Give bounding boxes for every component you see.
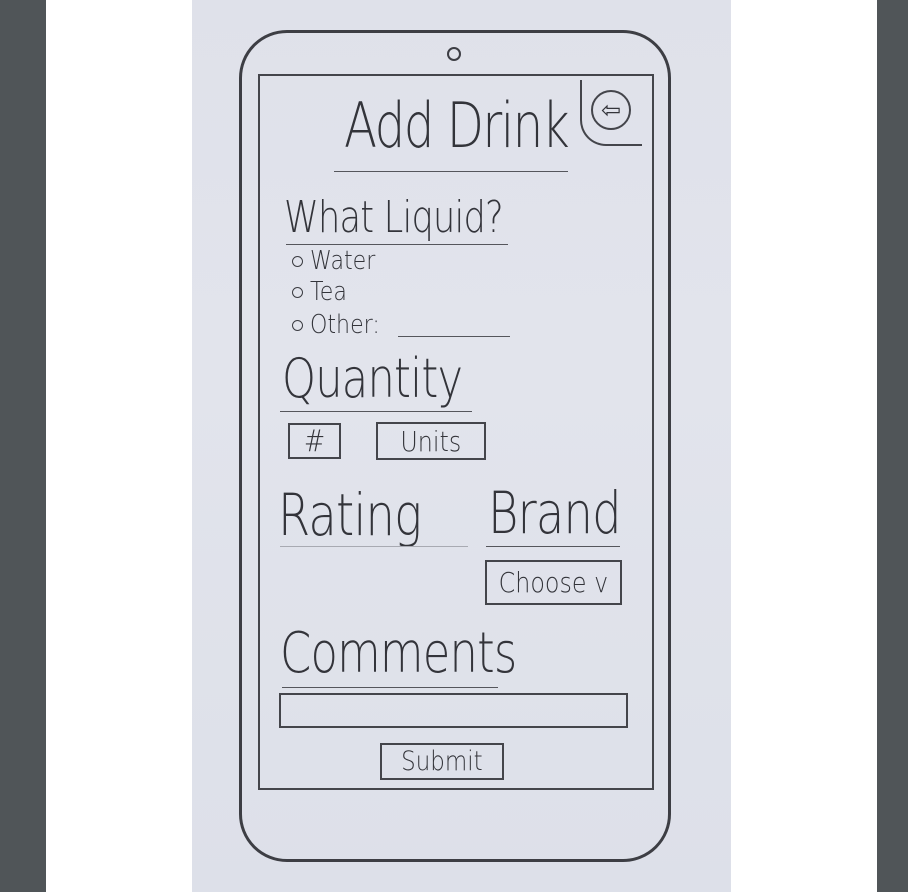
radio-circle-icon [292,319,303,331]
brand-heading: Brand [488,479,622,547]
units-label: Units [400,424,462,458]
camera-icon [447,47,461,61]
radio-other-label: Other: [310,310,380,340]
quantity-heading-underline [280,411,472,412]
rating-heading: Rating [278,481,422,549]
submit-button[interactable]: Submit [380,743,504,780]
title-underline [334,171,568,172]
liquid-heading-underline [286,244,508,245]
page-title: Add Drink [344,89,570,162]
quantity-number-placeholder: # [303,423,326,459]
comments-heading-underline [282,687,498,688]
brand-dropdown-label: Choose v [498,566,609,599]
radio-circle-icon [292,255,303,267]
radio-circle-icon [292,286,303,298]
units-select[interactable]: Units [376,422,486,460]
comments-input[interactable] [279,693,628,728]
back-arrow-icon: ⇦ [591,90,631,130]
radio-water[interactable]: Water [292,246,387,276]
brand-dropdown[interactable]: Choose v [485,560,622,605]
liquid-heading: What Liquid? [284,192,504,243]
other-liquid-input[interactable] [398,336,510,337]
back-button[interactable]: ⇦ [580,80,642,146]
comments-heading: Comments [280,621,517,686]
brand-heading-underline [486,546,620,547]
radio-tea[interactable]: Tea [292,277,353,307]
rating-heading-underline [280,546,468,547]
quantity-heading: Quantity [282,347,463,410]
radio-tea-label: Tea [310,277,347,307]
radio-other[interactable]: Other: [292,310,392,340]
submit-button-label: Submit [401,746,483,777]
quantity-number-input[interactable]: # [288,423,341,459]
radio-water-label: Water [310,246,376,276]
